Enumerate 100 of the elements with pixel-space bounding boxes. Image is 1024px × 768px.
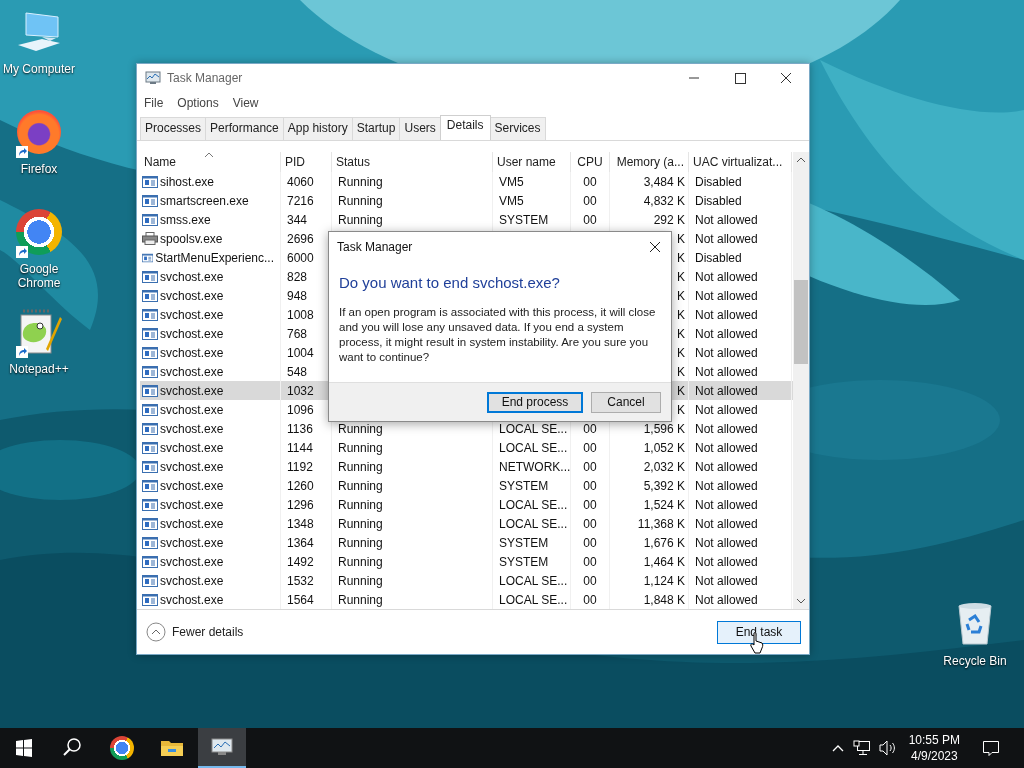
menu-item[interactable]: Options xyxy=(177,96,219,110)
app-icon xyxy=(142,441,158,454)
chrome-icon[interactable] xyxy=(110,736,134,760)
table-cell: Not allowed xyxy=(695,288,758,303)
table-cell: 1192 xyxy=(287,459,313,474)
desktop-icon-label[interactable]: Google Chrome xyxy=(0,262,78,290)
table-cell: svchost.exe xyxy=(160,459,224,474)
menu-item[interactable]: File xyxy=(144,96,164,110)
column-header[interactable]: User name xyxy=(497,155,556,169)
app-icon xyxy=(142,574,158,587)
table-cell: Not allowed xyxy=(695,516,758,531)
table-cell: 00 xyxy=(583,421,597,436)
tab[interactable]: App history xyxy=(282,117,353,140)
table-cell: 00 xyxy=(583,535,597,550)
table-cell: svchost.exe xyxy=(160,516,224,531)
table-cell: Not allowed xyxy=(695,326,758,341)
close-icon[interactable] xyxy=(649,241,661,253)
table-cell: LOCAL SE... xyxy=(499,516,568,531)
table-cell: NETWORK... xyxy=(499,459,571,474)
table-cell: svchost.exe xyxy=(160,573,224,588)
table-cell: 00 xyxy=(583,478,597,493)
network-icon[interactable] xyxy=(852,740,871,756)
app-icon xyxy=(142,327,158,340)
table-cell: 1532 xyxy=(287,573,314,588)
table-cell: Not allowed xyxy=(695,592,758,607)
tab[interactable]: Startup xyxy=(351,117,401,140)
table-cell: Not allowed xyxy=(695,421,758,436)
end-process-button[interactable]: End process xyxy=(487,391,583,413)
table-cell: 00 xyxy=(583,440,597,455)
table-cell: 1008 xyxy=(287,307,314,322)
table-cell: 2696 xyxy=(287,231,314,246)
dialog-heading: Do you want to end svchost.exe? xyxy=(338,273,561,291)
desktop-icon-label[interactable]: Firefox xyxy=(0,162,78,176)
table-cell: 1296 xyxy=(287,497,314,512)
tray-caret-icon[interactable] xyxy=(830,743,845,753)
table-cell: svchost.exe xyxy=(160,345,224,360)
table-cell: 1,848 K xyxy=(643,592,685,607)
app-icon xyxy=(142,536,158,549)
column-header[interactable]: CPU xyxy=(577,155,603,169)
table-cell: Not allowed xyxy=(695,459,758,474)
table-cell: sihost.exe xyxy=(160,174,215,189)
table-cell: SYSTEM xyxy=(499,212,549,227)
cancel-button[interactable]: Cancel xyxy=(591,391,661,413)
table-cell: K xyxy=(677,402,685,417)
table-cell: svchost.exe xyxy=(160,554,224,569)
scrollbar[interactable] xyxy=(793,152,809,609)
tab[interactable]: Services xyxy=(489,117,546,140)
recycle-bin-icon[interactable] xyxy=(955,602,995,646)
table-cell: 6000 xyxy=(287,250,314,265)
table-cell: Not allowed xyxy=(695,573,758,588)
app-icon xyxy=(142,289,158,302)
table-cell: LOCAL SE... xyxy=(499,497,568,512)
dialog-message: If an open program is associated with this process, it will close and you will lose any unsaved data. If you end a system process, it might result in system instability. Are you sure you want to continue? xyxy=(338,305,657,365)
table-cell: 7216 xyxy=(287,193,314,208)
tab[interactable]: Performance xyxy=(205,117,284,140)
tab[interactable]: Users xyxy=(399,117,441,140)
app-icon xyxy=(142,365,158,378)
table-cell: K xyxy=(677,326,685,341)
table-cell: SYSTEM xyxy=(499,554,549,569)
table-cell: 1348 xyxy=(287,516,314,531)
column-header[interactable]: Memory (a... xyxy=(616,155,684,169)
table-cell: StartMenuExperienc... xyxy=(155,250,274,265)
tab[interactable]: Processes xyxy=(140,117,207,140)
desktop-icon-label[interactable]: Notepad++ xyxy=(0,362,78,376)
table-cell: smss.exe xyxy=(160,212,211,227)
table-cell: Running xyxy=(338,212,383,227)
clock-date[interactable]: 4/9/2023 xyxy=(910,748,958,764)
table-cell: svchost.exe xyxy=(160,421,224,436)
table-cell: 1,052 K xyxy=(643,440,685,455)
folder-icon[interactable] xyxy=(160,738,184,758)
notification-icon[interactable] xyxy=(982,739,1000,757)
table-cell: K xyxy=(677,383,685,398)
app-icon xyxy=(142,403,158,416)
tab[interactable]: Details xyxy=(439,115,491,140)
volume-icon[interactable] xyxy=(878,740,897,756)
table-cell: 1032 xyxy=(287,383,314,398)
column-header[interactable]: PID xyxy=(285,155,305,169)
table-cell: svchost.exe xyxy=(160,592,224,607)
collapse-icon[interactable] xyxy=(146,622,166,642)
table-cell: smartscreen.exe xyxy=(160,193,249,208)
task-manager-taskbar-button[interactable] xyxy=(198,728,246,768)
end-task-button[interactable]: End task xyxy=(717,620,801,644)
table-cell: 1,464 K xyxy=(643,554,685,569)
app-icon xyxy=(142,422,158,435)
column-header[interactable]: UAC virtualizat... xyxy=(693,155,783,169)
table-cell: Disabled xyxy=(695,193,742,208)
table-cell: 4060 xyxy=(287,174,314,189)
table-cell: 1260 xyxy=(287,478,314,493)
desktop-icon-label[interactable]: Recycle Bin xyxy=(936,654,1014,668)
table-cell: Not allowed xyxy=(695,497,758,512)
table-cell: K xyxy=(677,345,685,360)
fewer-details-link[interactable]: Fewer details xyxy=(172,625,244,639)
table-cell: 00 xyxy=(583,592,597,607)
clock-time[interactable]: 10:55 PM xyxy=(908,732,960,748)
column-header[interactable]: Name xyxy=(144,155,176,169)
table-cell: Running xyxy=(338,592,383,607)
column-header[interactable]: Status xyxy=(336,155,371,169)
menu-item[interactable]: View xyxy=(232,96,259,110)
task-manager-icon[interactable] xyxy=(210,737,234,757)
scrollbar-thumb[interactable] xyxy=(794,280,808,364)
